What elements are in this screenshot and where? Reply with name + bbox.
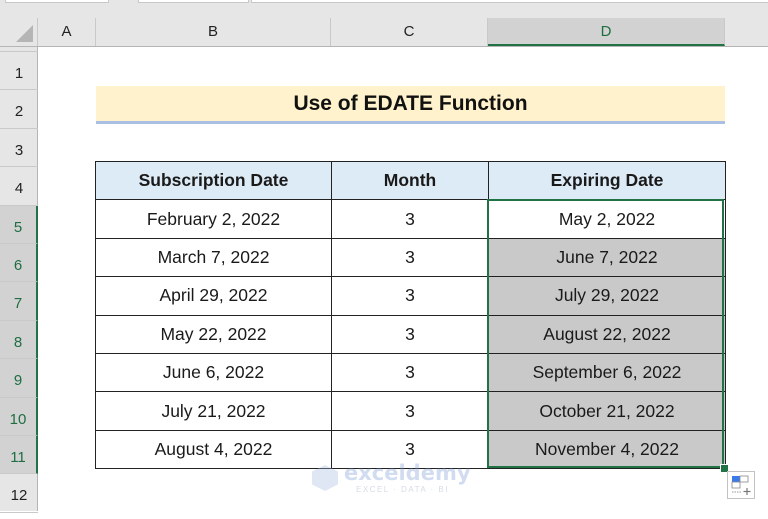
table-row: June 6, 2022 3 September 6, 2022 (95, 352, 726, 393)
month-cell[interactable]: 3 (331, 314, 489, 354)
column-header-d[interactable]: D (488, 18, 725, 46)
month-cell[interactable]: 3 (331, 199, 489, 239)
header-expiring-date[interactable]: Expiring Date (488, 160, 726, 201)
month-cell[interactable]: 3 (331, 391, 489, 431)
header-month[interactable]: Month (331, 160, 489, 201)
row-header-5[interactable]: 5 (0, 205, 38, 244)
column-header-b[interactable]: B (96, 18, 331, 46)
expiring-date-cell[interactable]: November 4, 2022 (488, 429, 726, 470)
row-header-3[interactable]: 3 (0, 129, 38, 168)
subscription-date-cell[interactable]: March 7, 2022 (95, 237, 332, 278)
sheet-title[interactable]: Use of EDATE Function (96, 86, 725, 124)
row-header-9[interactable]: 9 (0, 359, 38, 398)
month-cell[interactable]: 3 (331, 352, 489, 393)
formula-bar[interactable] (251, 0, 768, 3)
subscription-date-cell[interactable]: July 21, 2022 (95, 391, 332, 431)
table-row: April 29, 2022 3 July 29, 2022 (95, 276, 726, 316)
subscription-date-cell[interactable]: April 29, 2022 (95, 276, 332, 316)
row-header-6[interactable]: 6 (0, 244, 38, 283)
watermark-name: exceldemy (344, 461, 471, 485)
quick-analysis-icon (731, 475, 751, 495)
table-row: May 22, 2022 3 August 22, 2022 (95, 314, 726, 354)
formula-controls[interactable] (138, 0, 249, 3)
column-header-e[interactable] (725, 18, 768, 46)
expiring-date-cell[interactable]: June 7, 2022 (488, 237, 726, 278)
row-header-2[interactable]: 2 (0, 90, 38, 129)
watermark-tagline: EXCEL · DATA · BI (356, 485, 449, 494)
expiring-date-cell[interactable]: August 22, 2022 (488, 314, 726, 354)
column-header-bar: A B C D (0, 18, 768, 47)
column-header-c[interactable]: C (331, 18, 488, 46)
month-cell[interactable]: 3 (331, 276, 489, 316)
expiring-date-cell[interactable]: October 21, 2022 (488, 391, 726, 431)
quick-analysis-button[interactable] (727, 471, 755, 499)
table-row: February 2, 2022 3 May 2, 2022 (95, 199, 726, 239)
row-header-10[interactable]: 10 (0, 397, 38, 436)
select-all-button[interactable] (0, 18, 38, 46)
data-table: Subscription Date Month Expiring Date Fe… (95, 160, 726, 470)
header-subscription-date[interactable]: Subscription Date (95, 160, 332, 201)
month-cell[interactable]: 3 (331, 237, 489, 278)
subscription-date-cell[interactable]: February 2, 2022 (95, 199, 332, 239)
row-header-7[interactable]: 7 (0, 282, 38, 321)
toolbar-strip (0, 0, 768, 18)
expiring-date-cell[interactable]: September 6, 2022 (488, 352, 726, 393)
table-row: July 21, 2022 3 October 21, 2022 (95, 391, 726, 431)
row-header-4[interactable]: 4 (0, 167, 38, 206)
row-header-12[interactable]: 12 (0, 474, 38, 513)
subscription-date-cell[interactable]: May 22, 2022 (95, 314, 332, 354)
name-box[interactable] (5, 0, 109, 3)
subscription-date-cell[interactable]: August 4, 2022 (95, 429, 332, 470)
select-all-triangle-icon (16, 25, 33, 42)
expiring-date-cell[interactable]: May 2, 2022 (488, 199, 726, 239)
column-header-a[interactable]: A (38, 18, 96, 46)
row-header-bar: 1 2 3 4 5 6 7 8 9 10 11 12 (0, 47, 38, 513)
row-header-gap (0, 47, 38, 52)
table-row: March 7, 2022 3 June 7, 2022 (95, 237, 726, 278)
subscription-date-cell[interactable]: June 6, 2022 (95, 352, 332, 393)
row-header-1[interactable]: 1 (0, 52, 38, 91)
row-header-8[interactable]: 8 (0, 320, 38, 360)
expiring-date-cell[interactable]: July 29, 2022 (488, 276, 726, 316)
row-header-11[interactable]: 11 (0, 436, 38, 475)
table-header-row: Subscription Date Month Expiring Date (95, 160, 726, 201)
